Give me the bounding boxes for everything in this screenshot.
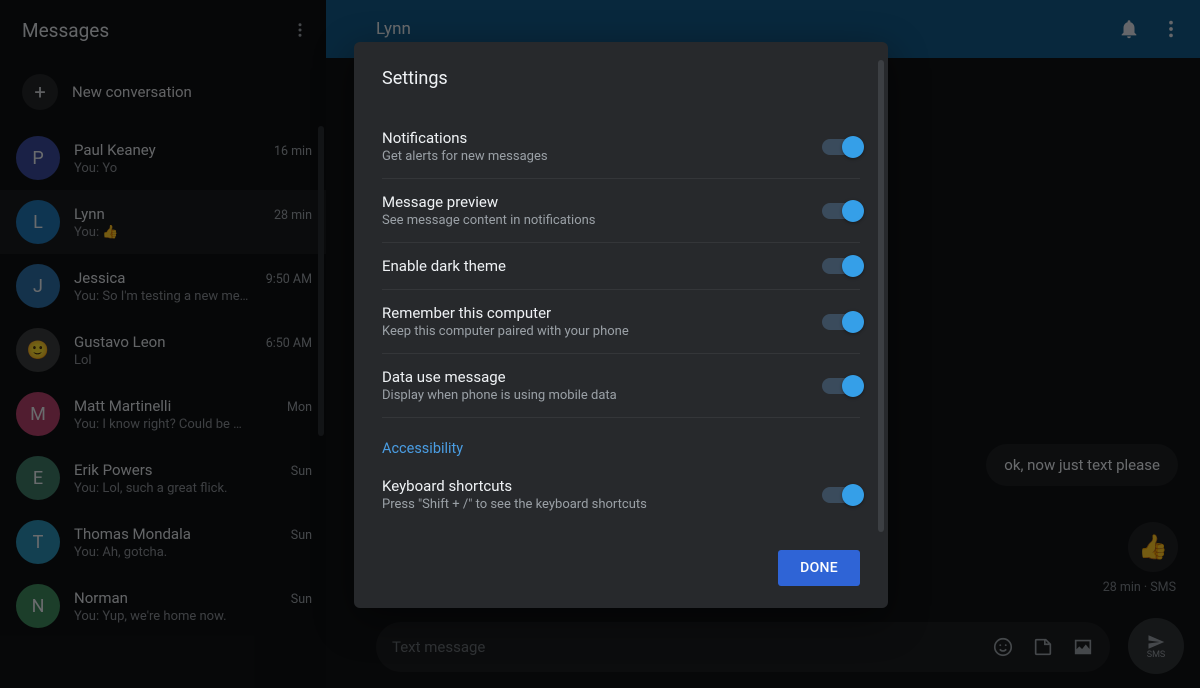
dialog-scrollbar[interactable] [878,60,884,532]
done-button[interactable]: DONE [778,550,860,586]
settings-dialog: Settings Notifications Get alerts for new… [354,42,888,608]
setting-subtitle: Get alerts for new messages [382,149,808,164]
toggle-switch[interactable] [822,203,860,219]
settings-title: Settings [382,68,860,89]
toggle-switch[interactable] [822,139,860,155]
setting-row[interactable]: Remember this computer Keep this computer… [382,290,860,354]
setting-subtitle: Keep this computer paired with your phon… [382,324,808,339]
toggle-switch[interactable] [822,487,860,503]
setting-title: Notifications [382,129,808,147]
setting-row[interactable]: Notifications Get alerts for new messages [382,115,860,179]
setting-row[interactable]: Enable dark theme [382,243,860,290]
setting-subtitle: Press "Shift + /" to see the keyboard sh… [382,497,808,512]
accessibility-section-header: Accessibility [382,440,860,457]
toggle-switch[interactable] [822,314,860,330]
setting-subtitle: Display when phone is using mobile data [382,388,808,403]
setting-title: Keyboard shortcuts [382,477,808,495]
toggle-switch[interactable] [822,258,860,274]
setting-title: Remember this computer [382,304,808,322]
setting-row[interactable]: Message preview See message content in no… [382,179,860,243]
setting-subtitle: See message content in notifications [382,213,808,228]
setting-title: Message preview [382,193,808,211]
setting-row[interactable]: Data use message Display when phone is us… [382,354,860,418]
setting-row-keyboard-shortcuts[interactable]: Keyboard shortcuts Press "Shift + /" to … [382,463,860,526]
toggle-switch[interactable] [822,378,860,394]
setting-title: Enable dark theme [382,257,808,275]
setting-title: Data use message [382,368,808,386]
